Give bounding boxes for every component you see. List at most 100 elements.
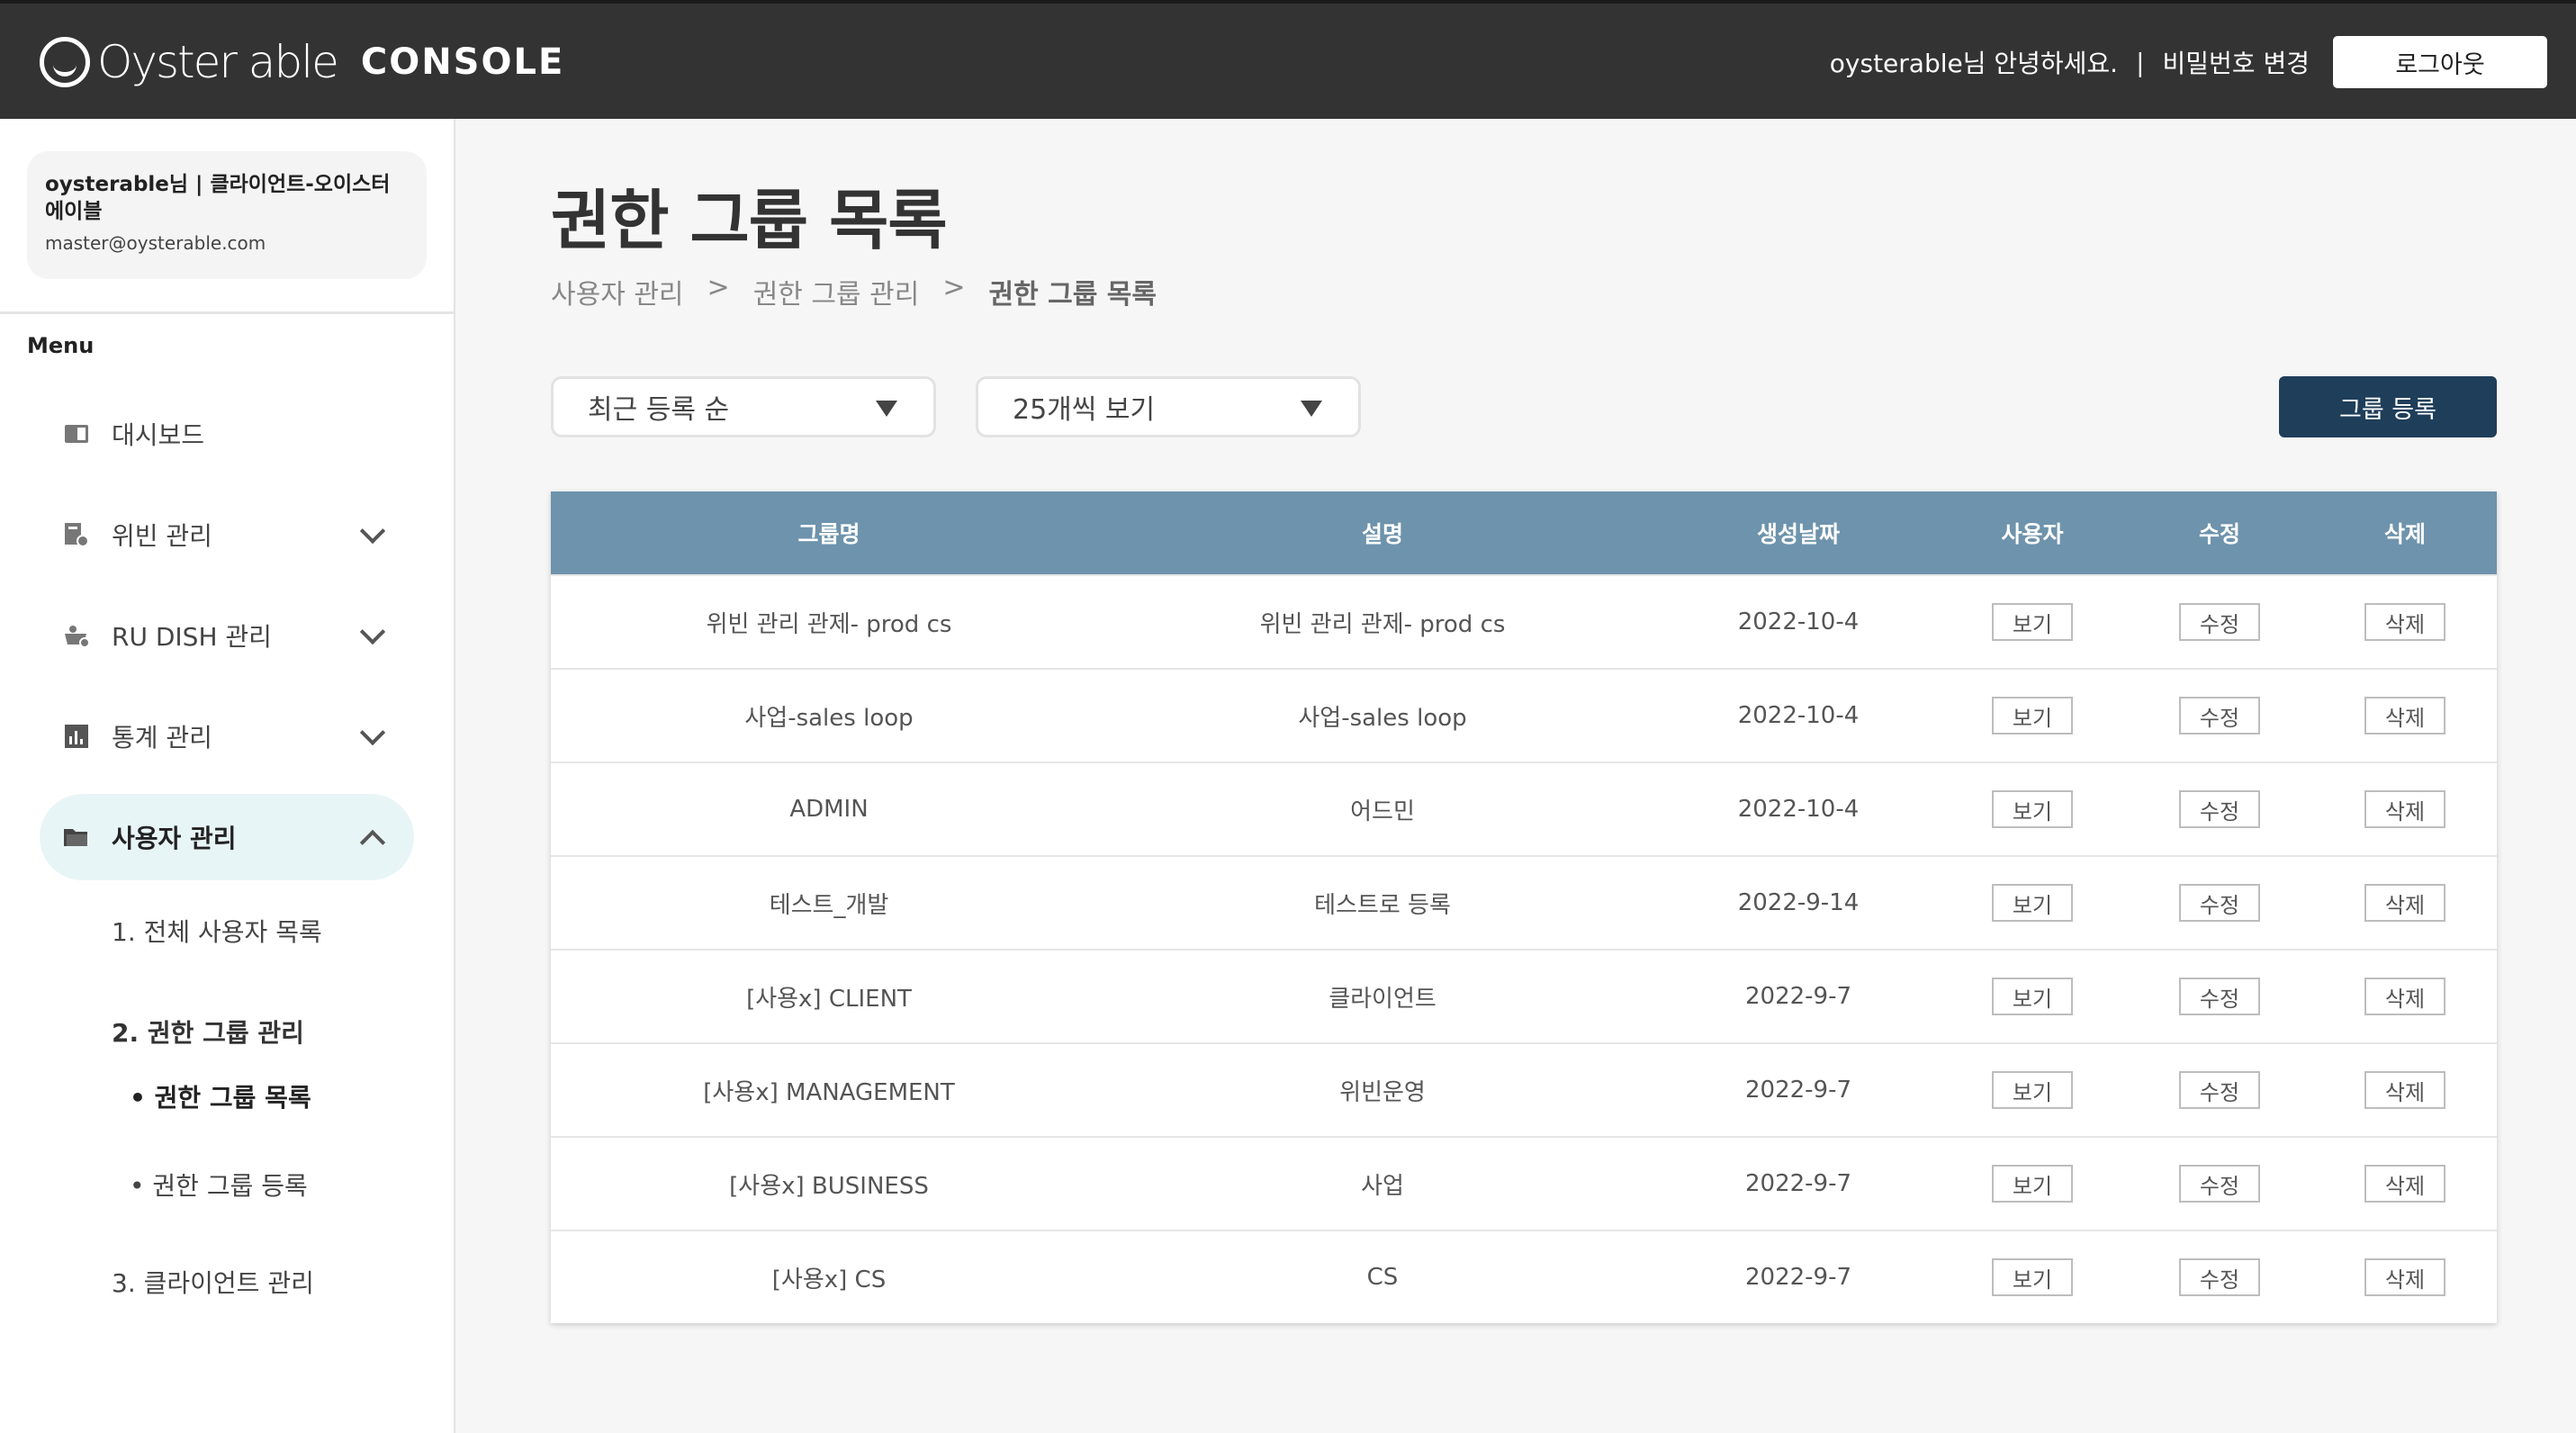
sidebar-divider	[0, 311, 454, 314]
table-row: [사용x] CS CS 2022-9-7 보기 수정 삭제	[551, 1230, 2497, 1323]
group-date-cell: 2022-9-7	[1744, 1170, 1851, 1197]
group-date-cell: 2022-10-4	[1737, 796, 1860, 823]
table-row: 사업-sales loop 사업-sales loop 2022-10-4 보기 수정 삭…	[551, 668, 2497, 762]
sub-item-all-users[interactable]: 1. 전체 사용자 목록	[112, 913, 322, 949]
edit-button-cell: 수정	[2126, 857, 2313, 949]
delete-button[interactable]: 삭제	[2364, 603, 2445, 641]
sort-select-value: 최근 등록 순	[588, 394, 730, 426]
delete-button[interactable]: 삭제	[2364, 697, 2445, 735]
breadcrumb-item[interactable]: 권한 그룹 관리	[753, 272, 920, 311]
delete-button-cell: 삭제	[2313, 1231, 2497, 1323]
group-desc-cell: 테스트로 등록	[1314, 891, 1451, 919]
view-users-button[interactable]: 보기	[1992, 697, 2073, 735]
subsub-item-group-list[interactable]: • 권한 그룹 목록	[130, 1078, 311, 1114]
view-users-button-cell: 보기	[1939, 857, 2126, 949]
sidebar-item-label: 사용자 관리	[112, 824, 237, 853]
table-row: 테스트_개발 테스트로 등록 2022-9-14 보기 수정 삭제	[551, 855, 2497, 949]
group-desc-cell: CS	[1366, 1264, 1399, 1291]
delete-button[interactable]: 삭제	[2364, 790, 2445, 828]
group-date-cell: 2022-9-14	[1737, 889, 1860, 916]
edit-button[interactable]: 수정	[2179, 790, 2260, 828]
table-row: [사용x] BUSINESS 사업 2022-9-7 보기 수정 삭제	[551, 1136, 2497, 1230]
page-size-select[interactable]: 25개씩 보기	[976, 376, 1361, 437]
view-users-button[interactable]: 보기	[1992, 1165, 2073, 1203]
group-date-cell: 2022-10-4	[1737, 608, 1860, 635]
sidebar-item-bin[interactable]: 위빈 관리	[40, 491, 414, 578]
group-name-cell: [사용x] BUSINESS	[729, 1172, 929, 1200]
chevron-down-icon	[359, 618, 386, 645]
delete-button[interactable]: 삭제	[2364, 1071, 2445, 1109]
view-users-button-cell: 보기	[1939, 951, 2126, 1042]
sub-item-permission-groups[interactable]: 2. 권한 그룹 관리	[112, 1014, 304, 1050]
change-password-link[interactable]: 비밀번호 변경	[2163, 44, 2310, 80]
view-users-button[interactable]: 보기	[1992, 884, 2073, 922]
sidebar-item-ru-dish[interactable]: RU DISH 관리	[40, 592, 414, 679]
edit-button[interactable]: 수정	[2179, 1258, 2260, 1296]
view-users-button[interactable]: 보기	[1992, 1258, 2073, 1296]
delete-button-cell: 삭제	[2313, 1138, 2497, 1230]
view-users-button[interactable]: 보기	[1992, 1071, 2073, 1109]
group-date-cell: 2022-9-7	[1744, 983, 1851, 1010]
profile-name: oysterable님 | 클라이언트-오이스터에이블	[45, 173, 391, 223]
edit-button[interactable]: 수정	[2179, 978, 2260, 1015]
sidebar-item-users[interactable]: 사용자 관리	[40, 794, 414, 880]
group-name-cell: 테스트_개발	[769, 891, 889, 919]
group-desc-cell: 위빈운영	[1339, 1078, 1426, 1106]
group-name-cell: 위빈 관리 관제- prod cs	[706, 610, 952, 638]
view-users-button[interactable]: 보기	[1992, 603, 2073, 641]
edit-button[interactable]: 수정	[2179, 603, 2260, 641]
delete-button[interactable]: 삭제	[2364, 884, 2445, 922]
view-users-button-cell: 보기	[1939, 1231, 2126, 1323]
edit-button[interactable]: 수정	[2179, 1165, 2260, 1203]
edit-button[interactable]: 수정	[2179, 884, 2260, 922]
edit-button[interactable]: 수정	[2179, 1071, 2260, 1109]
edit-button-cell: 수정	[2126, 670, 2313, 762]
view-users-button-cell: 보기	[1939, 576, 2126, 668]
view-users-button[interactable]: 보기	[1992, 978, 2073, 1015]
sidebar-item-label: RU DISH 관리	[112, 622, 272, 652]
edit-button-cell: 수정	[2126, 763, 2313, 855]
sidebar-item-label: 통계 관리	[112, 723, 212, 753]
table-row: [사용x] CLIENT 클라이언트 2022-9-7 보기 수정 삭제	[551, 949, 2497, 1042]
logout-button[interactable]: 로그아웃	[2333, 36, 2547, 88]
breadcrumb-item[interactable]: 사용자 관리	[551, 272, 684, 311]
sidebar-item-label: 대시보드	[112, 420, 205, 450]
delete-button[interactable]: 삭제	[2364, 1258, 2445, 1296]
group-name-cell: [사용x] CLIENT	[746, 985, 912, 1013]
delete-button[interactable]: 삭제	[2364, 978, 2445, 1015]
delete-button-cell: 삭제	[2313, 857, 2497, 949]
edit-button[interactable]: 수정	[2179, 697, 2260, 735]
group-desc-cell: 어드민	[1350, 798, 1415, 825]
register-group-button[interactable]: 그룹 등록	[2279, 376, 2497, 437]
sidebar-item-label: 위빈 관리	[112, 521, 212, 551]
delete-button[interactable]: 삭제	[2364, 1165, 2445, 1203]
delete-button-cell: 삭제	[2313, 763, 2497, 855]
chevron-up-icon	[359, 829, 386, 856]
dashboard-icon	[63, 420, 90, 447]
sidebar-item-dashboard[interactable]: 대시보드	[40, 391, 414, 477]
group-desc-cell: 클라이언트	[1329, 985, 1437, 1013]
edit-button-cell: 수정	[2126, 1138, 2313, 1230]
sidebar: oysterable님 | 클라이언트-오이스터에이블 master@oyste…	[0, 119, 455, 1433]
sort-select[interactable]: 최근 등록 순	[551, 376, 936, 437]
group-desc-cell: 사업	[1361, 1172, 1404, 1200]
sub-item-clients[interactable]: 3. 클라이언트 관리	[112, 1264, 314, 1300]
chevron-down-icon	[359, 518, 386, 545]
caret-down-icon	[1301, 401, 1322, 417]
edit-button-cell: 수정	[2126, 1231, 2313, 1323]
delete-button-cell: 삭제	[2313, 670, 2497, 762]
view-users-button[interactable]: 보기	[1992, 790, 2073, 828]
logo[interactable]: Oyster able CONSOLE	[40, 36, 564, 88]
group-name-cell: 사업-sales loop	[744, 704, 914, 732]
delete-button-cell: 삭제	[2313, 576, 2497, 668]
delete-button-cell: 삭제	[2313, 1044, 2497, 1136]
subsub-item-group-register[interactable]: • 권한 그룹 등록	[130, 1167, 308, 1203]
column-header: 생성날짜	[1756, 521, 1840, 547]
group-date-cell: 2022-10-4	[1737, 702, 1860, 729]
view-users-button-cell: 보기	[1939, 763, 2126, 855]
caret-down-icon	[876, 401, 897, 417]
sidebar-item-stats[interactable]: 통계 관리	[40, 693, 414, 780]
table-header: 그룹명 설명 생성날짜 사용자 수정 삭제	[551, 491, 2497, 574]
chart-icon	[63, 723, 90, 750]
table-row: 위빈 관리 관제- prod cs 위빈 관리 관제- prod cs 2022-1…	[551, 574, 2497, 668]
